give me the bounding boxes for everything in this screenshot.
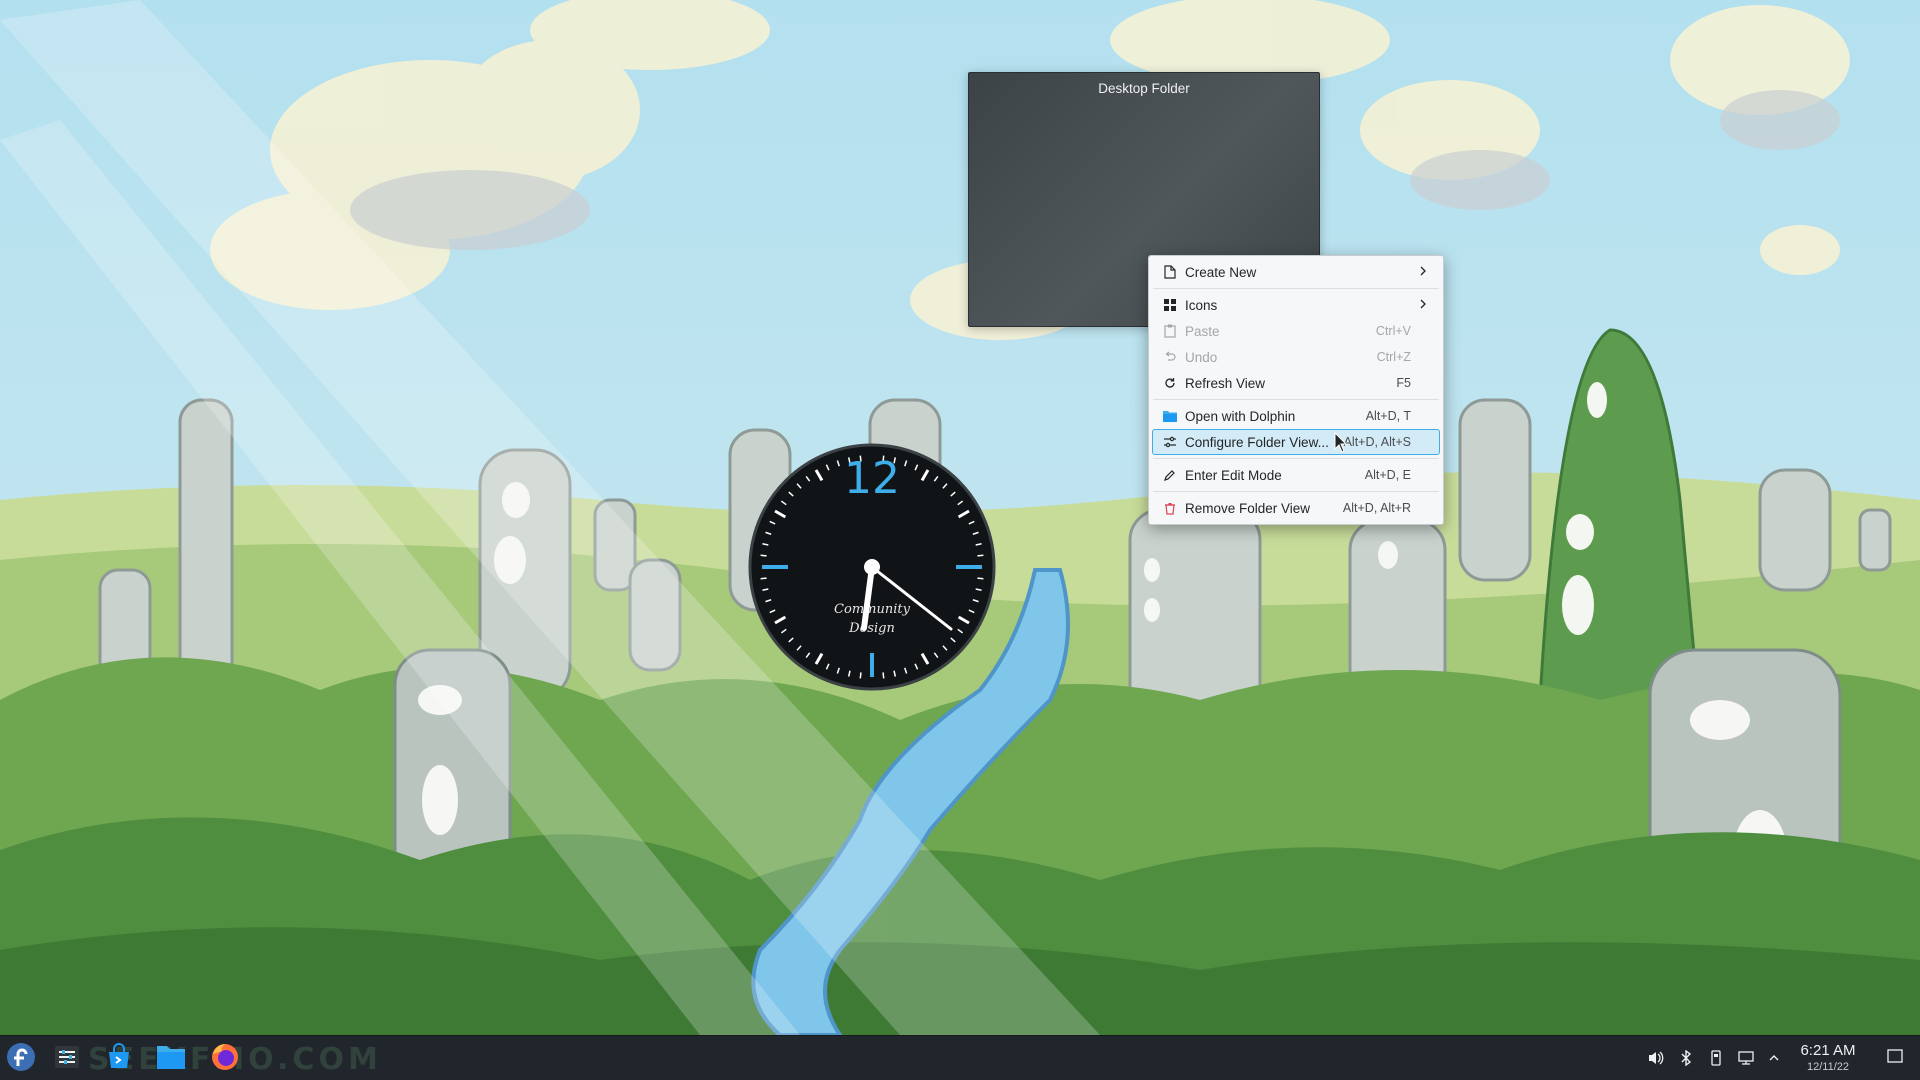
menu-item-refresh-view[interactable]: Refresh View F5	[1152, 370, 1440, 396]
system-settings-icon	[53, 1043, 81, 1076]
expand-tray-icon[interactable]	[1763, 1047, 1785, 1069]
menu-separator	[1153, 288, 1439, 289]
configure-icon	[1163, 435, 1177, 449]
pencil-icon	[1163, 468, 1177, 482]
mouse-pointer-icon	[1334, 431, 1348, 454]
menu-separator	[1153, 458, 1439, 459]
clock-tick	[977, 554, 984, 557]
clock-tick	[760, 554, 767, 557]
desktop-context-menu[interactable]: Create New Icons Paste Ctrl+V Undo Ctrl+…	[1148, 255, 1444, 525]
menu-item-paste[interactable]: Paste Ctrl+V	[1152, 318, 1440, 344]
taskbar-clock-date[interactable]: 12/11/22	[1788, 1061, 1868, 1073]
clock-tick	[977, 577, 984, 580]
clock-numeral-12: 12	[844, 453, 900, 504]
network-icon[interactable]	[1735, 1047, 1757, 1069]
task-software-center[interactable]	[100, 1040, 138, 1078]
analog-clock-widget[interactable]: 12 Community Design	[748, 443, 996, 691]
clock-brand-line-2: Design	[848, 621, 895, 636]
menu-shortcut-undo: Ctrl+Z	[1376, 350, 1411, 364]
menu-item-remove-folder-view[interactable]: Remove Folder View Alt+D, Alt+R	[1152, 495, 1440, 521]
menu-label-create-new: Create New	[1185, 264, 1257, 280]
firefox-icon	[210, 1042, 240, 1077]
task-firefox[interactable]	[206, 1040, 244, 1078]
menu-item-undo[interactable]: Undo Ctrl+Z	[1152, 344, 1440, 370]
chevron-right-icon	[1419, 297, 1427, 311]
menu-shortcut-paste: Ctrl+V	[1375, 324, 1411, 338]
menu-separator	[1153, 399, 1439, 400]
fedora-logo-icon	[6, 1042, 36, 1077]
menu-item-configure-folder-view[interactable]: Configure Folder View... Alt+D, Alt+S	[1152, 429, 1440, 455]
clock-tick	[760, 577, 767, 580]
show-desktop-button[interactable]	[1884, 1047, 1906, 1069]
document-new-icon	[1163, 265, 1177, 279]
task-file-manager[interactable]	[152, 1040, 190, 1078]
menu-separator	[1153, 491, 1439, 492]
menu-shortcut-refresh-view: F5	[1396, 376, 1411, 390]
trash-icon	[1163, 501, 1177, 515]
menu-shortcut-remove-folder-view: Alt+D, Alt+R	[1342, 501, 1411, 515]
menu-item-icons[interactable]: Icons	[1152, 292, 1440, 318]
task-system-settings[interactable]	[48, 1040, 86, 1078]
clock-tick	[882, 672, 885, 679]
show-desktop-icon	[1887, 1048, 1903, 1069]
volume-icon[interactable]	[1645, 1047, 1667, 1069]
undo-icon	[1163, 350, 1177, 364]
software-center-icon	[105, 1042, 133, 1076]
menu-item-enter-edit-mode[interactable]: Enter Edit Mode Alt+D, E	[1152, 462, 1440, 488]
clock-brand-line-1: Community	[834, 602, 911, 617]
refresh-icon	[1163, 376, 1177, 390]
menu-shortcut-configure-folder-view: Alt+D, Alt+S	[1343, 435, 1411, 449]
taskbar-clock-time[interactable]: 6:21 AM	[1788, 1042, 1868, 1059]
menu-item-open-with-dolphin[interactable]: Open with Dolphin Alt+D, T	[1152, 403, 1440, 429]
file-manager-icon	[156, 1043, 186, 1076]
application-launcher-button[interactable]	[2, 1040, 40, 1078]
folder-icon	[1163, 409, 1177, 423]
folder-widget-title: Desktop Folder	[1098, 81, 1190, 96]
taskbar-panel: SEEKFMO.COM 6:21 AM	[0, 1035, 1920, 1080]
menu-item-create-new[interactable]: Create New	[1152, 259, 1440, 285]
menu-shortcut-enter-edit-mode: Alt+D, E	[1364, 468, 1411, 482]
grid-icon	[1163, 298, 1177, 312]
bluetooth-icon[interactable]	[1675, 1047, 1697, 1069]
menu-shortcut-open-with-dolphin: Alt+D, T	[1365, 409, 1411, 423]
clipboard-icon	[1163, 324, 1177, 338]
chevron-right-icon	[1419, 264, 1427, 278]
clock-tick	[859, 672, 862, 679]
menu-label-icons: Icons	[1185, 297, 1218, 313]
storage-icon[interactable]	[1705, 1047, 1727, 1069]
